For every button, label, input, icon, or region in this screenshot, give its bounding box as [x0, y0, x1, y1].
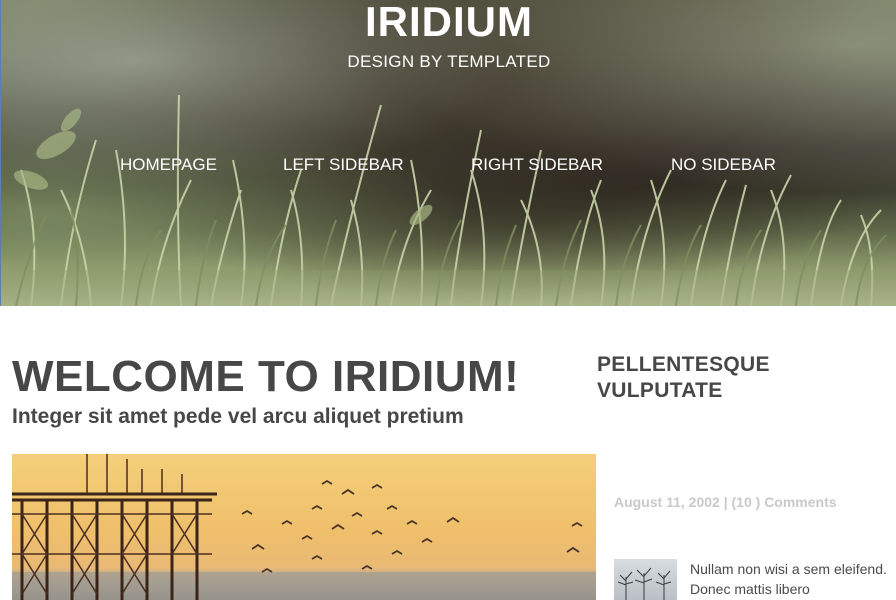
trees-illustration [617, 567, 672, 600]
header-banner: IRIDIUM DESIGN BY TEMPLATED HOMEPAGE LEF… [0, 0, 896, 306]
main-navigation: HOMEPAGE LEFT SIDEBAR RIGHT SIDEBAR NO S… [1, 155, 896, 177]
post-meta: August 11, 2002 | (10 ) Comments [614, 494, 837, 510]
nav-link-left-sidebar[interactable]: LEFT SIDEBAR [283, 155, 404, 175]
pier-illustration [12, 454, 596, 600]
nav-link-no-sidebar[interactable]: NO SIDEBAR [671, 155, 776, 175]
site-title: IRIDIUM [365, 0, 533, 45]
page-subheading: Integer sit amet pede vel arcu aliquet p… [12, 405, 464, 428]
sidebar-text: Nullam non wisi a sem eleifend. Donec ma… [690, 561, 887, 597]
site-subtitle: DESIGN BY TEMPLATED [347, 52, 551, 71]
nav-link-right-sidebar[interactable]: RIGHT SIDEBAR [471, 155, 603, 175]
sidebar-heading: PELLENTESQUE VULPUTATE [597, 353, 770, 402]
pier-photo [12, 454, 596, 600]
page-heading: WELCOME TO IRIDIUM! [12, 352, 520, 401]
sidebar-thumbnail[interactable] [614, 559, 677, 600]
nav-link-homepage[interactable]: HOMEPAGE [120, 155, 217, 175]
